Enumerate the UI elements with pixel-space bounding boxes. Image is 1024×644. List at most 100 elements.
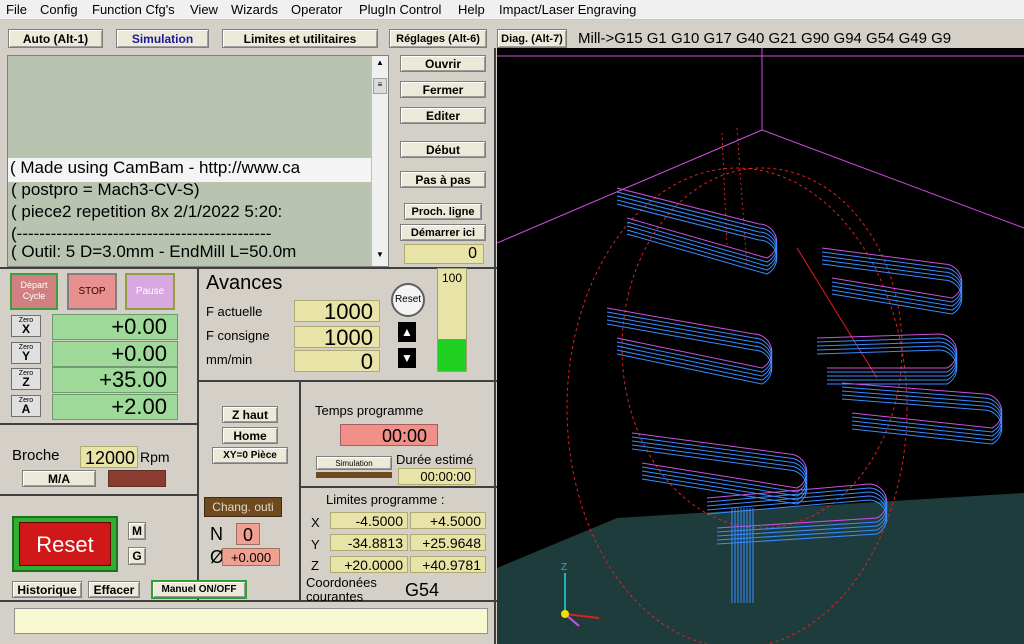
dro-z[interactable]: +35.00 [52, 367, 178, 393]
axis-letter: Y [21, 349, 30, 363]
home-button[interactable]: Home [222, 427, 278, 444]
tab-simulation[interactable]: Simulation [116, 29, 209, 48]
menu-plugin-control[interactable]: PlugIn Control [359, 2, 441, 17]
tool-number-value[interactable]: 0 [236, 523, 260, 545]
axis-letter: X [21, 322, 30, 336]
spindle-led [108, 470, 166, 487]
tab-auto[interactable]: Auto (Alt-1) [8, 29, 103, 48]
toolpath-arm-1 [606, 307, 773, 369]
run-here-button[interactable]: Démarrer ici [400, 224, 486, 241]
cycle-start-label: Cycle [22, 291, 46, 301]
z-axis-label: Z [561, 562, 567, 573]
simulation-button[interactable]: Simulation [316, 456, 392, 470]
reset-button[interactable]: Reset [19, 522, 111, 566]
menu-config[interactable]: Config [40, 2, 78, 17]
coords-value: G54 [405, 580, 440, 600]
toolpath-arm-3 [816, 337, 958, 373]
toolpath-drawing: Z [497, 48, 1024, 644]
bounding-line [497, 129, 763, 244]
feed-reset-button[interactable]: Reset [391, 283, 425, 317]
menu-function-cfg[interactable]: Function Cfg's [92, 2, 175, 17]
menu-help[interactable]: Help [458, 2, 485, 17]
manual-toggle-button[interactable]: Manuel ON/OFF [151, 580, 247, 599]
status-bar [14, 608, 488, 634]
stock-slab [497, 493, 1024, 644]
close-button[interactable]: Fermer [400, 81, 486, 98]
toolpath-arm-1 [606, 311, 773, 373]
gcode-line: ( piece2 repetition 8x 2/1/2022 5:20: [11, 202, 283, 221]
m-button[interactable]: M [128, 522, 146, 540]
toolpath-viewport[interactable]: Z [497, 48, 1024, 644]
zero-a-button[interactable]: Zero A [11, 395, 41, 417]
dro-x[interactable]: +0.00 [52, 314, 178, 340]
feed-override-fill [438, 339, 466, 371]
toolpath-arm-3 [816, 345, 958, 381]
menu-file[interactable]: File [6, 2, 27, 17]
limit-z-max: +40.9781 [410, 556, 486, 573]
limit-axis-z: Z [311, 558, 319, 573]
spindle-label: Broche [12, 447, 60, 464]
dro-a[interactable]: +2.00 [52, 394, 178, 420]
menu-operator[interactable]: Operator [291, 2, 342, 17]
toolpath-arm-0 [616, 203, 778, 275]
feed-up-icon[interactable]: ▲ [398, 322, 416, 342]
line-number-field[interactable]: 0 [404, 244, 484, 264]
program-limits-title: Limites programme : [326, 492, 445, 507]
scroll-up-icon[interactable]: ▲ [373, 58, 387, 70]
g-button[interactable]: G [128, 547, 146, 565]
origin-icon [561, 610, 569, 618]
scroll-down-icon[interactable]: ▼ [373, 250, 387, 262]
menu-impact-laser[interactable]: Impact/Laser Engraving [499, 2, 636, 17]
estimated-time-label: Durée estimé [396, 452, 474, 467]
tab-diagnostics[interactable]: Diag. (Alt-7) [497, 29, 567, 48]
stock-edge [796, 247, 878, 379]
step-button[interactable]: Pas à pas [400, 171, 486, 188]
gcode-scrollbar[interactable]: ▲ ≡ ▼ [371, 56, 388, 266]
dro-y[interactable]: +0.00 [52, 341, 178, 367]
tool-change-led: Chang. outi [204, 497, 282, 517]
limit-axis-x: X [311, 515, 320, 530]
active-gcodes: Mill->G15 G1 G10 G17 G40 G21 G90 G94 G54… [578, 30, 952, 47]
cycle-start-button[interactable]: Départ Cycle [10, 273, 58, 310]
tool-number-label: N [210, 524, 223, 544]
spindle-rpm-unit: Rpm [140, 449, 170, 465]
feed-set-value[interactable]: 1000 [294, 326, 380, 349]
spindle-toggle-button[interactable]: M/A [22, 470, 96, 487]
zero-x-button[interactable]: Zero X [11, 315, 41, 337]
menu-bar: File Config Function Cfg's View Wizards … [0, 0, 1024, 20]
next-line-button[interactable]: Proch. ligne [404, 203, 482, 220]
tool-diameter-value[interactable]: +0.000 [222, 548, 280, 566]
coords-label: courantes [306, 589, 364, 604]
tab-settings[interactable]: Réglages (Alt-6) [389, 29, 487, 48]
edit-button[interactable]: Editer [400, 107, 486, 124]
limit-axis-y: Y [311, 537, 320, 552]
zero-y-button[interactable]: Zero Y [11, 342, 41, 364]
clear-button[interactable]: Effacer [88, 581, 140, 598]
estimated-time-value: 00:00:00 [398, 468, 476, 485]
pause-button[interactable]: Pause [125, 273, 175, 310]
feed-mmmin-label: mm/min [206, 352, 253, 367]
toolpath-arm-3 [816, 349, 958, 385]
program-time-value: 00:00 [340, 424, 438, 446]
scroll-thumb[interactable]: ≡ [373, 78, 387, 94]
history-button[interactable]: Historique [12, 581, 82, 598]
menu-wizards[interactable]: Wizards [231, 2, 278, 17]
limit-x-min: -4.5000 [330, 512, 408, 529]
stop-button[interactable]: STOP [67, 273, 117, 310]
gcode-line: ( postpro = Mach3-CV-S) [11, 180, 200, 199]
open-button[interactable]: Ouvrir [400, 55, 486, 72]
feed-override-gauge[interactable]: 100 [437, 268, 467, 372]
feed-down-icon[interactable]: ▼ [398, 348, 416, 368]
xy-zero-button[interactable]: XY=0 Pièce [212, 447, 288, 464]
start-button[interactable]: Début [400, 141, 486, 158]
tab-limits-utilities[interactable]: Limites et utilitaires [222, 29, 378, 48]
axis-letter: A [21, 402, 31, 416]
gcode-line-current: ( Made using CamBam - http://www.ca [10, 158, 301, 177]
menu-view[interactable]: View [190, 2, 218, 17]
feed-title: Avances [206, 272, 283, 294]
gcode-line: ( Outil: 5 D=3.0mm - EndMill L=50.0m [11, 242, 297, 261]
bounding-line [761, 129, 1024, 229]
zero-z-button[interactable]: Zero Z [11, 368, 41, 390]
z-home-button[interactable]: Z haut [222, 406, 278, 423]
axis-letter: Z [22, 375, 30, 389]
